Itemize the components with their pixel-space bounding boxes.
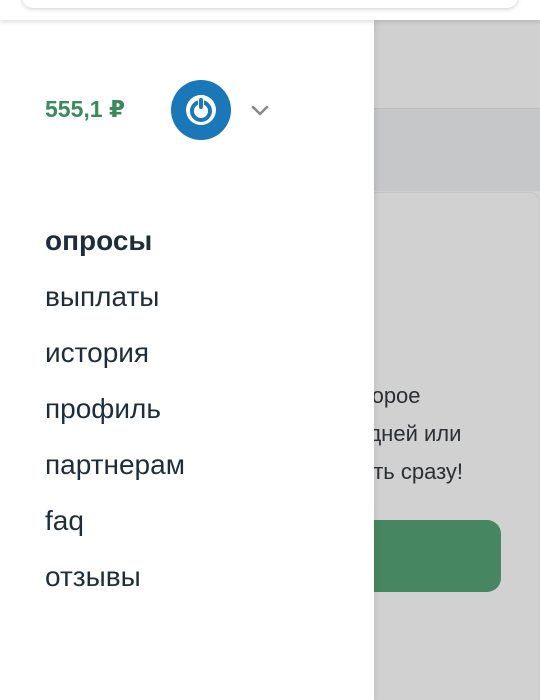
background-text-line-3: вать сразу!	[350, 459, 464, 484]
menu-item-surveys[interactable]: опросы	[45, 213, 185, 269]
menu-item-profile[interactable]: профиль	[45, 381, 185, 437]
drawer-menu: опросы выплаты история профиль партнерам…	[45, 213, 185, 605]
account-menu-toggle[interactable]	[248, 98, 272, 122]
avatar[interactable]	[171, 80, 231, 140]
top-search-bar[interactable]	[22, 0, 518, 8]
background-text-line-1: оторое	[350, 383, 421, 408]
drawer-header: 555,1 ₽	[0, 20, 374, 180]
menu-item-faq[interactable]: faq	[45, 493, 185, 549]
menu-item-payouts[interactable]: выплаты	[45, 269, 185, 325]
top-bar	[0, 0, 540, 20]
navigation-drawer: 555,1 ₽ опросы выплаты история профиль п…	[0, 20, 374, 700]
menu-item-history[interactable]: история	[45, 325, 185, 381]
menu-item-partners[interactable]: партнерам	[45, 437, 185, 493]
power-icon	[186, 95, 216, 125]
background-text-line-2: о дней или	[350, 421, 462, 446]
chevron-down-icon	[251, 105, 269, 116]
menu-item-reviews[interactable]: отзывы	[45, 549, 185, 605]
balance-amount: 555,1 ₽	[45, 96, 125, 122]
